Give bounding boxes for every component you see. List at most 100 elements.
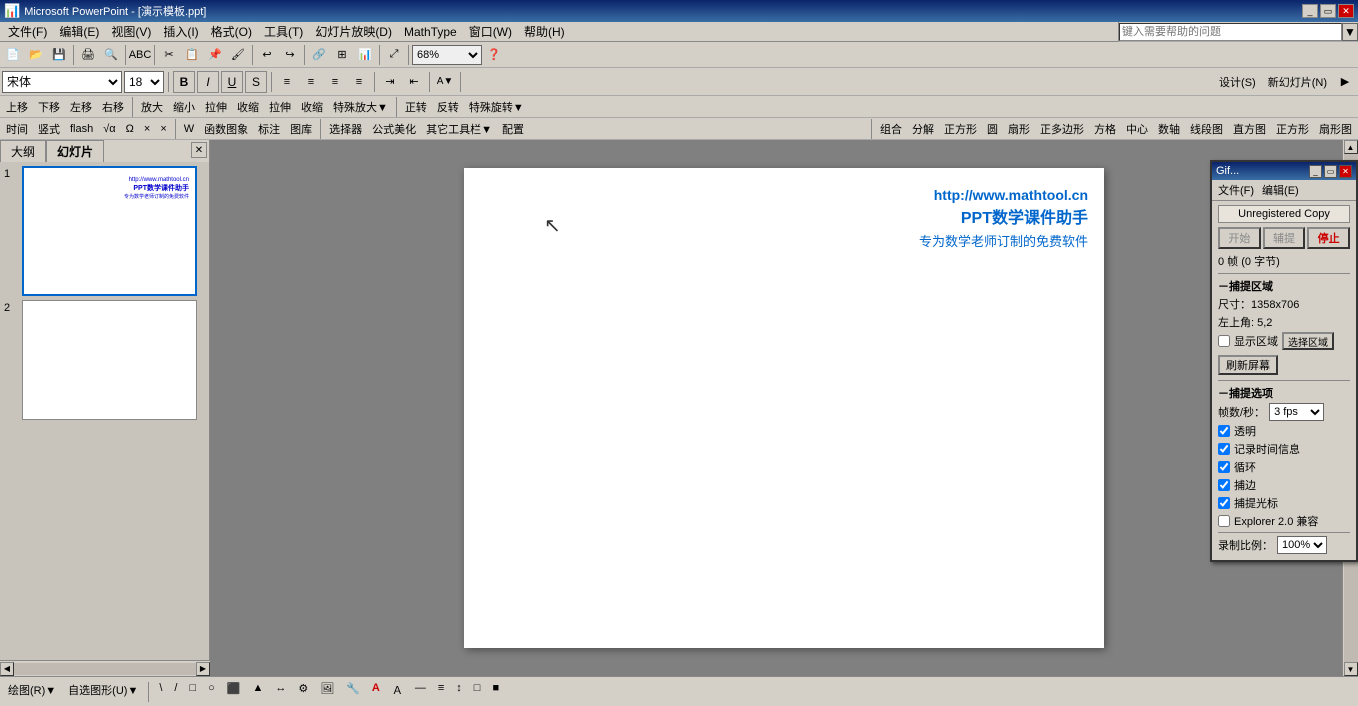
cut-button[interactable]: ✂ — [158, 44, 180, 66]
gif-menu-edit[interactable]: 编辑(E) — [1258, 181, 1303, 199]
time-item[interactable]: 时间 — [2, 120, 32, 138]
decompose-item[interactable]: 分解 — [908, 120, 938, 138]
gear-tool-button[interactable]: ⚙ — [294, 681, 312, 703]
enlarge-item[interactable]: 放大 — [137, 98, 167, 116]
italic-button[interactable]: I — [197, 71, 219, 93]
vertical-item[interactable]: 竖式 — [34, 120, 64, 138]
image-tool-button[interactable]: 🖼 — [316, 681, 338, 703]
toolbar-more-button[interactable]: ▶ — [1334, 71, 1356, 93]
gif-minimize-button[interactable]: _ — [1309, 165, 1322, 178]
gif-capture-checkbox[interactable] — [1218, 479, 1230, 491]
shadow-button[interactable]: S — [245, 71, 267, 93]
paste-button[interactable]: 📌 — [204, 44, 226, 66]
filled-rect-button[interactable]: ⬛ — [223, 681, 245, 703]
zoom-select[interactable]: 68% 50% 75% 100% — [412, 45, 482, 65]
print-button[interactable]: 🖨 — [77, 44, 99, 66]
menu-edit[interactable]: 编辑(E) — [53, 21, 105, 42]
move-right-item[interactable]: 右移 — [98, 98, 128, 116]
number-line-item[interactable]: 数轴 — [1154, 120, 1184, 138]
scroll-left-button[interactable]: ◀ — [0, 662, 14, 676]
gif-show-area-checkbox[interactable] — [1218, 335, 1230, 347]
underline-button[interactable]: U — [221, 71, 243, 93]
slide-canvas[interactable]: http://www.mathtool.cn PPT数学课件助手 专为数学老师订… — [464, 168, 1104, 648]
gif-transparent-checkbox[interactable] — [1218, 425, 1230, 437]
gif-menu-file[interactable]: 文件(F) — [1214, 181, 1258, 199]
line-style2-button[interactable]: ≡ — [434, 681, 448, 703]
menu-help[interactable]: 帮助(H) — [518, 21, 571, 42]
compress-item[interactable]: 收缩 — [233, 98, 263, 116]
other-tools-item[interactable]: 其它工具栏▼ — [422, 120, 496, 138]
decrease-indent-button[interactable]: ⇤ — [403, 71, 425, 93]
align-center-button[interactable]: ≡ — [300, 71, 322, 93]
scroll-up-button[interactable]: ▲ — [1344, 140, 1358, 154]
menu-format[interactable]: 格式(O) — [205, 21, 258, 42]
gif-select-area-button[interactable]: 选择区域 — [1282, 332, 1334, 350]
gif-refresh-button[interactable]: 刷新屏幕 — [1218, 355, 1278, 375]
grid-item[interactable]: 方格 — [1090, 120, 1120, 138]
hyperlink-button[interactable]: 🔗 — [308, 44, 330, 66]
scroll-right-button[interactable]: ▶ — [196, 662, 210, 676]
config-item[interactable]: 配置 — [498, 120, 528, 138]
preview-button[interactable]: 🔍 — [100, 44, 122, 66]
menu-window[interactable]: 窗口(W) — [463, 21, 518, 42]
draw-label-button[interactable]: 绘图(R)▼ — [4, 681, 60, 703]
move-up-item[interactable]: 上移 — [2, 98, 32, 116]
function-graph-item[interactable]: 函数图象 — [200, 120, 252, 138]
bold-button[interactable]: B — [173, 71, 195, 93]
gif-fps-select[interactable]: 3 fps 5 fps 10 fps — [1269, 403, 1324, 421]
line-style-button[interactable]: — — [411, 681, 430, 703]
menu-view[interactable]: 视图(V) — [105, 21, 157, 42]
menu-insert[interactable]: 插入(I) — [157, 21, 204, 42]
close-panel-button[interactable]: ✕ — [191, 142, 207, 158]
search-input[interactable] — [1119, 23, 1342, 41]
slide-thumb-2[interactable] — [22, 300, 197, 420]
justify-button[interactable]: ≡ — [348, 71, 370, 93]
move-down-item[interactable]: 下移 — [34, 98, 64, 116]
move-left-item[interactable]: 左移 — [66, 98, 96, 116]
library-item[interactable]: 图库 — [286, 120, 316, 138]
rect-tool-button[interactable]: □ — [185, 681, 200, 703]
wrench-tool-button[interactable]: 🔧 — [342, 681, 364, 703]
times-item[interactable]: × — [140, 122, 154, 136]
arrow-style-button[interactable]: ↕ — [452, 681, 466, 703]
font-name-select[interactable]: 宋体 — [2, 71, 122, 93]
gif-cursor-checkbox[interactable] — [1218, 497, 1230, 509]
slide-thumb-1[interactable]: http://www.mathtool.cn PPT数学课件助手 专为数学老师订… — [22, 166, 197, 296]
new-button[interactable]: 📄 — [2, 44, 24, 66]
font-color-button[interactable]: A▼ — [434, 71, 456, 93]
special-rotate-item[interactable]: 特殊旋转▼ — [465, 98, 528, 116]
pie-chart-item[interactable]: 扇形图 — [1315, 120, 1356, 138]
oval-tool-button[interactable]: ○ — [204, 681, 219, 703]
format-painter-button[interactable]: 🖌 — [227, 44, 249, 66]
gif-record-time-checkbox[interactable] — [1218, 443, 1230, 455]
align-right-button[interactable]: ≡ — [324, 71, 346, 93]
expand-button[interactable]: ⤢ — [383, 44, 405, 66]
help-button[interactable]: ❓ — [483, 44, 505, 66]
fill-button[interactable]: □ — [470, 681, 485, 703]
gif-stop-button[interactable]: 停止 — [1307, 227, 1350, 249]
segment-chart-item[interactable]: 线段图 — [1186, 120, 1227, 138]
filled-tri-button[interactable]: ▲ — [248, 681, 267, 703]
selector-item[interactable]: 选择器 — [325, 120, 366, 138]
stretch2-item[interactable]: 拉伸 — [265, 98, 295, 116]
line-tool-button[interactable]: \ — [155, 681, 166, 703]
sqrt-item[interactable]: √α — [99, 122, 119, 136]
square-item[interactable]: 正方形 — [940, 120, 981, 138]
scroll-down-button[interactable]: ▼ — [1344, 662, 1358, 676]
search-dropdown-button[interactable]: ▼ — [1342, 23, 1358, 41]
copy-button[interactable]: 📋 — [181, 44, 203, 66]
gif-start-button[interactable]: 开始 — [1218, 227, 1261, 249]
close-button[interactable]: ✕ — [1338, 4, 1354, 18]
text-style-button[interactable]: Ａ — [388, 681, 407, 703]
save-button[interactable]: 💾 — [48, 44, 70, 66]
times2-item[interactable]: × — [156, 122, 170, 136]
sector-item[interactable]: 扇形 — [1004, 120, 1034, 138]
chart-button[interactable]: 📊 — [354, 44, 376, 66]
formula-item[interactable]: 公式美化 — [368, 120, 420, 138]
menu-tools[interactable]: 工具(T) — [258, 21, 309, 42]
new-slide-button[interactable]: 新幻灯片(N) — [1263, 71, 1332, 93]
circle-item[interactable]: 圆 — [983, 120, 1002, 138]
text-a-button[interactable]: A — [368, 681, 384, 703]
fill-solid-button[interactable]: ■ — [488, 681, 503, 703]
undo-button[interactable]: ↩ — [256, 44, 278, 66]
